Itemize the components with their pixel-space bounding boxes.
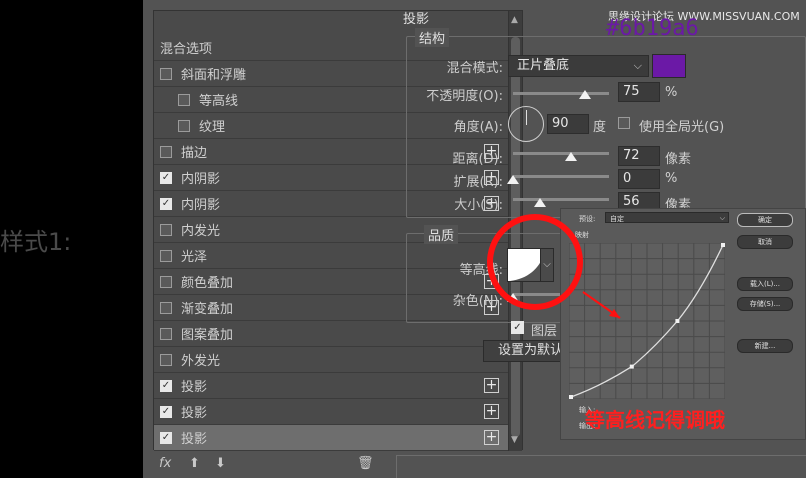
- annotation-text: 等高线记得调哦: [585, 408, 725, 432]
- highlight-circle: [487, 214, 583, 310]
